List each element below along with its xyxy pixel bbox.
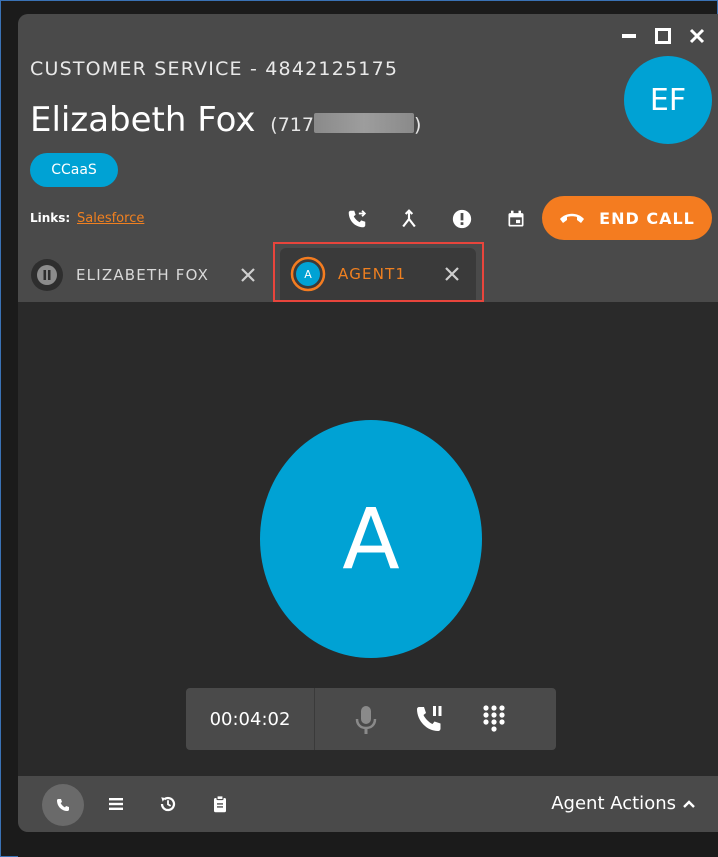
tab-agent1[interactable]: A AGENT1 — [280, 248, 476, 300]
contact-phone: (717) — [270, 113, 422, 136]
history-icon[interactable] — [154, 790, 182, 818]
participant-avatar: A — [260, 420, 482, 658]
agent-actions-label: Agent Actions — [551, 793, 676, 814]
tab-elizabeth-fox[interactable]: ELIZABETH FOX — [28, 250, 268, 300]
channel-tag[interactable]: CCaaS — [30, 153, 118, 187]
hold-call-icon[interactable] — [412, 702, 448, 738]
phone-hangup-icon — [560, 213, 585, 223]
contact-phone-suffix: ) — [413, 114, 422, 136]
phone-icon[interactable] — [42, 784, 84, 826]
contact-name-row: Elizabeth Fox (717) — [30, 100, 421, 140]
window-bottom-strip — [18, 832, 718, 857]
agent-tab-avatar: A — [290, 256, 326, 292]
close-icon[interactable] — [238, 265, 258, 285]
minimize-icon[interactable] — [616, 26, 642, 46]
call-controls: 00:04:02 — [186, 688, 556, 750]
salesforce-link[interactable]: Salesforce — [77, 211, 144, 226]
call-header: CUSTOMER SERVICE - 4842125175 Elizabeth … — [18, 14, 718, 302]
links-label: Links: — [30, 211, 71, 225]
contact-name: Elizabeth Fox — [30, 100, 256, 140]
list-icon[interactable] — [102, 790, 130, 818]
tab-label: AGENT1 — [338, 265, 407, 283]
agent-tab-initial: A — [304, 267, 312, 281]
queue-title: CUSTOMER SERVICE - 4842125175 — [30, 58, 399, 80]
contact-avatar: EF — [624, 56, 712, 144]
maximize-icon[interactable] — [650, 26, 676, 46]
calendar-icon[interactable] — [502, 205, 530, 233]
alert-icon[interactable] — [448, 205, 476, 233]
call-window: CUSTOMER SERVICE - 4842125175 Elizabeth … — [18, 14, 718, 832]
contact-phone-prefix: (717 — [270, 114, 314, 136]
tab-label: ELIZABETH FOX — [76, 266, 210, 284]
merge-icon[interactable] — [395, 205, 423, 233]
dialpad-icon[interactable] — [476, 702, 512, 738]
end-call-label: END CALL — [599, 208, 695, 228]
close-icon[interactable] — [442, 264, 462, 284]
clipboard-icon[interactable] — [206, 790, 234, 818]
redacted-phone — [313, 113, 414, 133]
call-timer: 00:04:02 — [186, 688, 315, 750]
pause-icon — [31, 259, 63, 291]
end-call-button[interactable]: END CALL — [542, 196, 712, 240]
mic-icon[interactable] — [348, 702, 384, 738]
agent-actions-button[interactable]: Agent Actions — [551, 793, 696, 814]
transfer-call-icon[interactable] — [343, 205, 371, 233]
chevron-up-icon — [683, 799, 695, 808]
footer-bar: Agent Actions — [18, 776, 718, 832]
close-icon[interactable] — [684, 26, 710, 46]
